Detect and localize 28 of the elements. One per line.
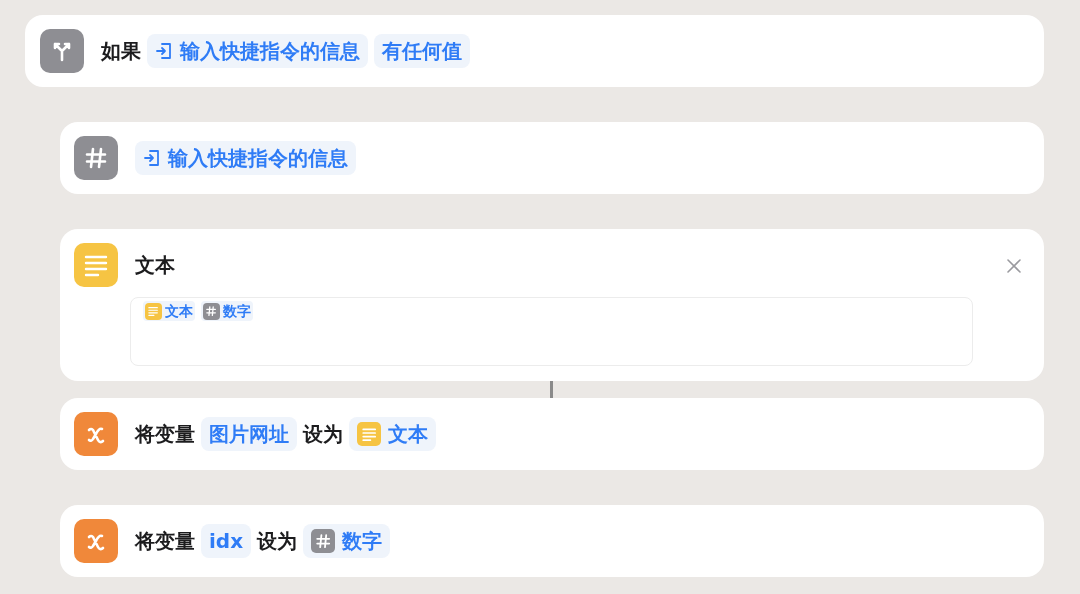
- action-label: 设为: [303, 421, 343, 448]
- variable-token[interactable]: 文本: [349, 417, 436, 451]
- text-input-field[interactable]: 文本 数字: [130, 297, 973, 366]
- input-icon: [143, 149, 161, 167]
- action-title: 文本: [135, 252, 175, 279]
- variable-token[interactable]: 有任何值: [374, 34, 470, 68]
- hash-icon: [74, 136, 118, 180]
- text-lines-icon: [74, 243, 118, 287]
- variable-token[interactable]: 输入快捷指令的信息: [135, 141, 356, 175]
- variable-icon: [74, 412, 118, 456]
- variable-token[interactable]: 数字: [201, 301, 253, 321]
- variable-icon: [74, 519, 118, 563]
- branch-icon: [40, 29, 84, 73]
- action-label: 如果: [101, 38, 141, 65]
- variable-token[interactable]: 输入快捷指令的信息: [147, 34, 368, 68]
- text-lines-icon: [357, 422, 381, 446]
- action-label: 设为: [257, 528, 298, 555]
- close-icon[interactable]: [1006, 258, 1022, 274]
- text-lines-icon: [145, 302, 162, 320]
- variable-token[interactable]: 数字: [303, 524, 391, 558]
- hash-icon: [311, 529, 336, 553]
- action-label: 将变量: [135, 528, 195, 555]
- hash-icon: [203, 302, 220, 320]
- variable-token[interactable]: idx: [201, 524, 252, 558]
- variable-token[interactable]: 文本: [143, 301, 195, 321]
- variable-token[interactable]: 图片网址: [201, 417, 297, 451]
- action-label: 将变量: [135, 421, 195, 448]
- input-icon: [155, 42, 173, 60]
